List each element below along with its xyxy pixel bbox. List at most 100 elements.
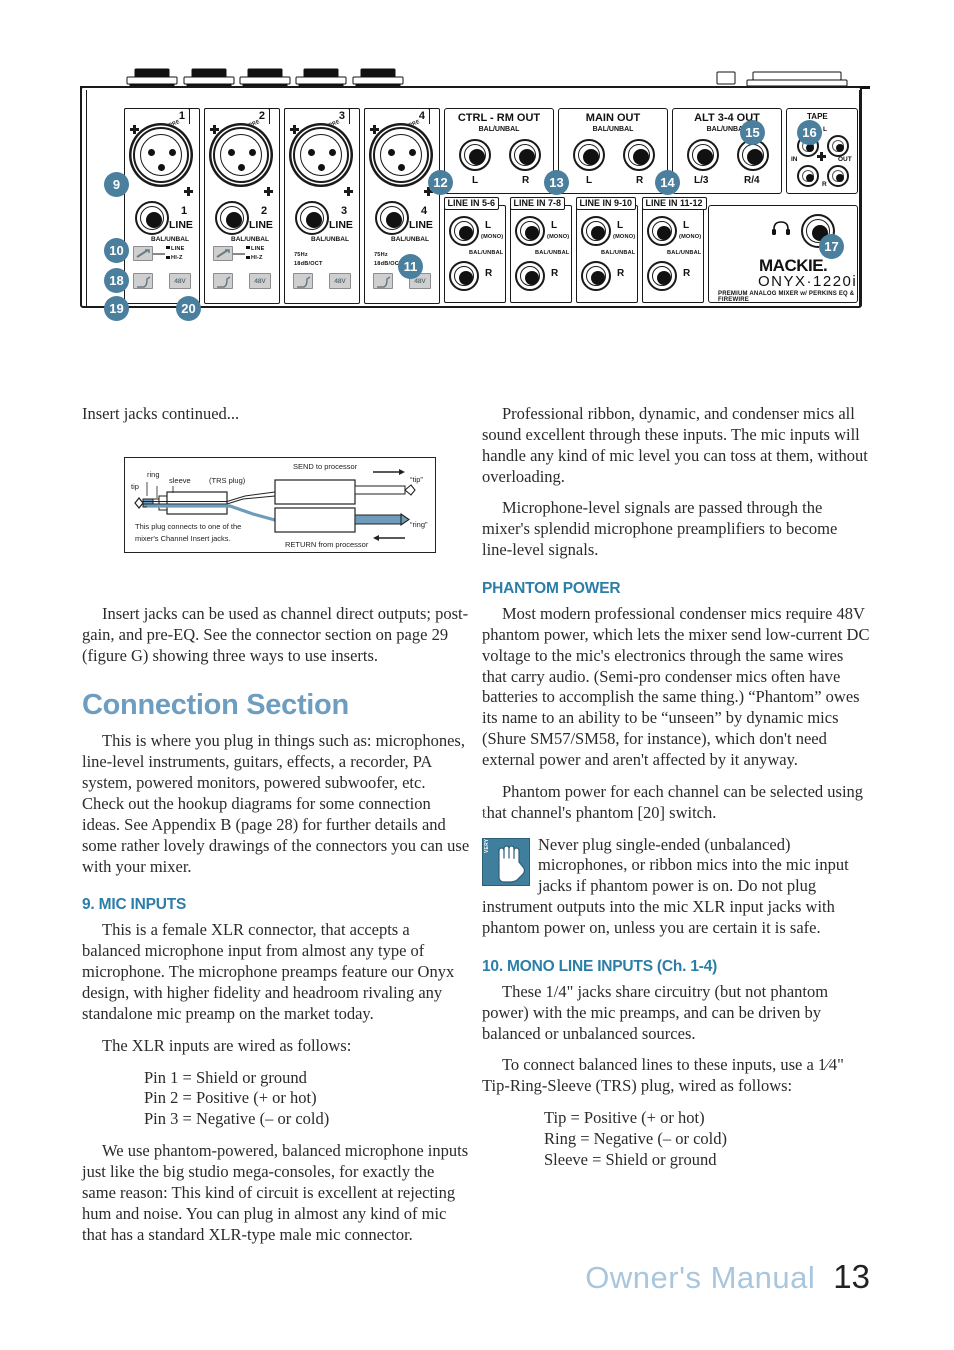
line-in-11-12-section: LINE IN 11-12 L (MONO) BAL/UNBAL R <box>641 197 707 303</box>
mic-channel-strip-1: 1 ONYX MIC PRE 1 LINE BAL/UNBAL <box>124 108 200 304</box>
main-out-jack-left[interactable] <box>573 139 605 171</box>
bal-unbal-label: BAL/UNBAL <box>231 236 269 243</box>
connection-section-paragraph: This is where you plug in things such as… <box>82 731 470 876</box>
line-in-5-6-section: LINE IN 5-6 L (MONO) BAL/UNBAL R <box>443 197 506 303</box>
screw-icon <box>290 125 299 134</box>
jack-hole <box>386 212 402 228</box>
very-important-badge-label: VERY IMPORTANT <box>484 805 490 853</box>
line-in-bottom-label: R <box>683 268 691 279</box>
owners-manual-label: Owner's Manual <box>585 1260 816 1295</box>
tape-section: TAPE L IN OUT R <box>786 108 858 194</box>
ctrl-rm-out-section: CTRL - RM OUT BAL/UNBAL L R <box>444 108 554 194</box>
screw-icon <box>130 125 139 134</box>
line-in-jack-bottom[interactable] <box>449 261 479 291</box>
main-out-jack-right[interactable] <box>623 139 655 171</box>
lowcut-freq-label: 75Hz <box>374 252 388 258</box>
phantom-power-paragraph-2: Phantom power for each channel can be se… <box>482 781 864 822</box>
line-input-label: LINE <box>249 219 273 231</box>
line-in-top-label: L <box>485 220 492 231</box>
warning-block: VERY IMPORTANT Never plug single-ended (… <box>482 806 870 939</box>
alt-out-left-label: L/3 <box>694 175 709 186</box>
callout-12: 12 <box>428 170 453 195</box>
alt-out-jack-left[interactable] <box>687 139 719 171</box>
trs-pin-list: Tip = Positive (+ or hot) Ring = Negativ… <box>482 1108 870 1171</box>
line-in-jack-bottom[interactable] <box>581 261 611 291</box>
xlr-connector[interactable] <box>293 127 349 183</box>
mic-channel-strip-2: 2 ONYX MIC PRE 2 LINE BAL/UNBAL <box>204 108 280 304</box>
xlr-pin-3 <box>238 164 245 171</box>
xlr-connector[interactable] <box>133 127 189 183</box>
line-in-jack-top[interactable] <box>515 216 545 246</box>
line-in-balunbal-label: BAL/UNBAL <box>469 250 504 256</box>
line-in-jack-top[interactable] <box>449 216 479 246</box>
mono-line-inputs-paragraph-2: To connect balanced lines to these input… <box>482 1055 844 1096</box>
mono-line-inputs-heading: 10. MONO LINE INPUTS (Ch. 1-4) <box>482 957 718 975</box>
jack-hole <box>747 149 763 165</box>
ctrl-rm-out-jack-right[interactable] <box>509 139 541 171</box>
line-in-bottom-label: R <box>485 268 493 279</box>
page-footer: Owner's Manual 13 <box>0 1258 954 1308</box>
line-in-jack-top[interactable] <box>647 216 677 246</box>
line-in-jack-bottom[interactable] <box>647 261 677 291</box>
phantom-48v-switch[interactable]: 48V <box>329 273 351 289</box>
bal-unbal-label: BAL/UNBAL <box>151 236 189 243</box>
screw-icon <box>210 125 219 134</box>
ctrl-rm-out-jack-left[interactable] <box>459 139 491 171</box>
callout-11: 11 <box>398 254 423 279</box>
xlr-pin-item: Pin 2 = Positive (+ or hot) <box>144 1088 317 1108</box>
bal-unbal-label: BAL/UNBAL <box>311 236 349 243</box>
mono-line-inputs-paragraph-1: These 1/4" jacks share circuitry (but no… <box>482 981 829 1043</box>
line-in-top-label: L <box>683 220 690 231</box>
line-input-jack[interactable] <box>375 201 409 235</box>
lowcut-filter-switch[interactable] <box>213 273 233 289</box>
jack-hole <box>226 212 242 228</box>
xlr-connector[interactable] <box>373 127 429 183</box>
jack-hole <box>591 226 605 240</box>
lowcut-filter-switch[interactable] <box>373 273 393 289</box>
jack-hole <box>697 149 713 165</box>
tape-out-right-rca[interactable] <box>827 165 849 187</box>
callout-18: 18 <box>104 268 129 293</box>
xlr-pin-2 <box>409 149 416 156</box>
jack-hole <box>525 226 539 240</box>
phantom-48v-switch[interactable]: 48V <box>169 273 191 289</box>
phantom-48v-switch[interactable]: 48V <box>249 273 271 289</box>
callout-10: 10 <box>104 238 129 263</box>
hiz-option-markers <box>166 246 170 259</box>
hiz-hiz-option: HI-Z <box>171 255 183 261</box>
line-input-number: 1 <box>181 205 188 217</box>
callout-16: 16 <box>797 120 822 145</box>
trs-pin-item: Sleeve = Shield or ground <box>544 1149 717 1169</box>
line-in-tab: LINE IN 11-12 <box>641 197 707 210</box>
xlr-pin-2 <box>169 149 176 156</box>
line-in-bottom-label: R <box>551 268 559 279</box>
lowcut-slope-label: 18dB/OCT <box>294 261 323 267</box>
main-out-section: MAIN OUT BAL/UNBAL L R <box>558 108 668 194</box>
line-input-jack[interactable] <box>135 201 169 235</box>
line-input-number: 2 <box>261 205 268 217</box>
line-in-jack-top[interactable] <box>581 216 611 246</box>
tape-out-left-rca[interactable] <box>827 135 849 157</box>
line-input-jack[interactable] <box>215 201 249 235</box>
xlr-pin-1 <box>228 149 235 156</box>
xlr-connector[interactable] <box>213 127 269 183</box>
tape-right-label: R <box>822 181 827 188</box>
xlr-pin-item: Pin 3 = Negative (– or cold) <box>144 1109 330 1129</box>
jack-hole <box>469 149 485 165</box>
line-in-jack-bottom[interactable] <box>515 261 545 291</box>
jack-hole <box>306 212 322 228</box>
lowcut-filter-switch[interactable] <box>293 273 313 289</box>
xlr-pin-3 <box>158 164 165 171</box>
line-in-top-label: L <box>617 220 624 231</box>
hiz-connector-line <box>233 253 245 255</box>
lowcut-filter-switch[interactable] <box>133 273 153 289</box>
tape-in-right-rca[interactable] <box>797 165 819 187</box>
onyx-model-name: ONYX·1220i <box>758 273 858 290</box>
line-input-jack[interactable] <box>295 201 329 235</box>
very-important-hand-icon: VERY IMPORTANT <box>482 806 530 886</box>
page-number: 13 <box>833 1258 870 1295</box>
line-in-top-label: L <box>551 220 558 231</box>
line-in-mono-label: (MONO) <box>547 234 570 240</box>
tape-out-label: OUT <box>838 156 852 163</box>
callout-9: 9 <box>104 172 129 197</box>
